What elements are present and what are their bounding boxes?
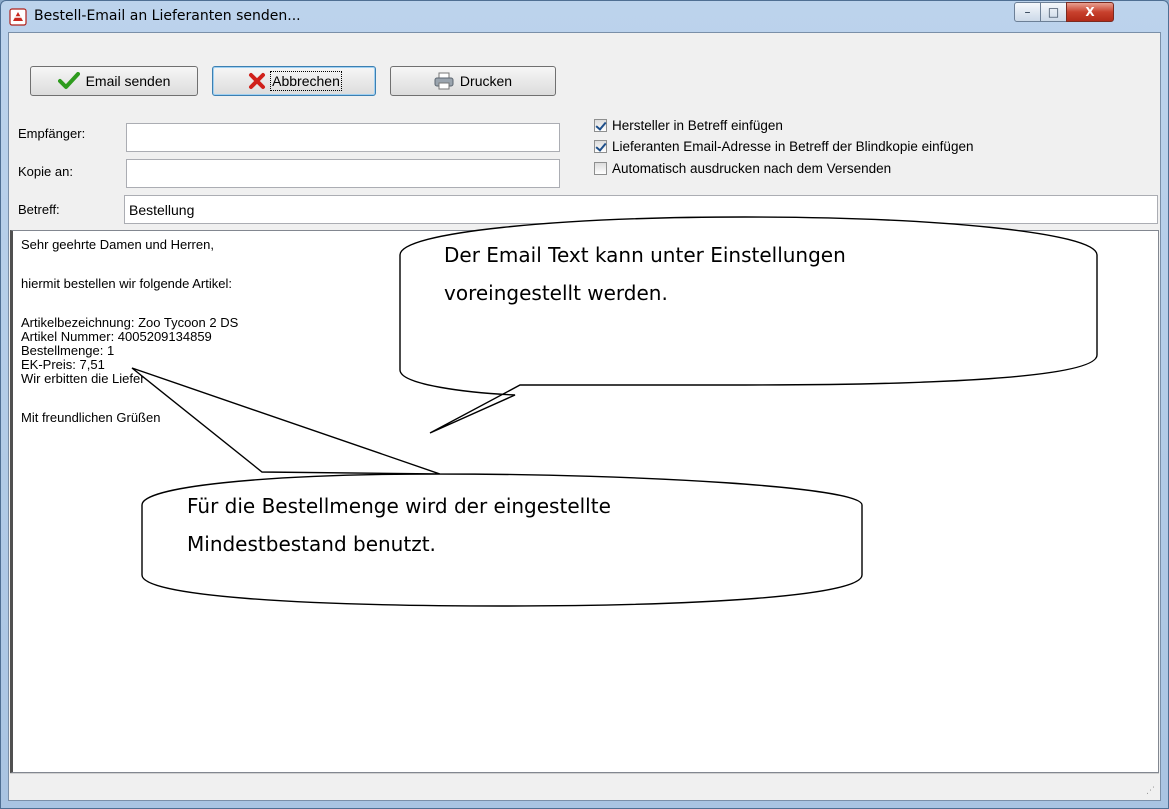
checkmark-icon bbox=[57, 72, 80, 89]
option-auto-print[interactable]: Automatisch ausdrucken nach dem Versende… bbox=[594, 161, 891, 176]
option-label: Hersteller in Betreff einfügen bbox=[612, 118, 783, 133]
printer-icon bbox=[434, 72, 454, 90]
cancel-x-icon bbox=[249, 73, 266, 89]
callout-email-text-line1: Der Email Text kann unter Einstellungen bbox=[444, 243, 846, 267]
maximize-icon: □ bbox=[1047, 5, 1060, 19]
body-article-name: Artikelbezeichnung: Zoo Tycoon 2 DS bbox=[21, 315, 239, 330]
print-button[interactable]: Drucken bbox=[390, 66, 556, 96]
close-button[interactable]: X bbox=[1066, 2, 1114, 22]
callout-quantity-line2: Mindestbestand benutzt. bbox=[187, 532, 436, 556]
close-icon: X bbox=[1085, 5, 1095, 19]
minimize-button[interactable]: – bbox=[1014, 2, 1041, 22]
checkbox-checked-icon[interactable] bbox=[594, 140, 607, 153]
option-label: Automatisch ausdrucken nach dem Versende… bbox=[612, 161, 892, 176]
option-supplier-email-in-bcc[interactable]: Lieferanten Email-Adresse in Betreff der… bbox=[594, 139, 973, 154]
body-closing: Mit freundlichen Grüßen bbox=[21, 410, 161, 425]
cancel-label: Abbrechen bbox=[270, 71, 342, 91]
send-email-button[interactable]: Email senden bbox=[30, 66, 198, 96]
send-email-label: Email senden bbox=[85, 73, 171, 89]
title-bar[interactable]: Bestell-Email an Lieferanten senden... –… bbox=[1, 1, 1168, 33]
window-title: Bestell-Email an Lieferanten senden... bbox=[34, 8, 301, 24]
option-label: Lieferanten Email-Adresse in Betreff der… bbox=[612, 139, 974, 154]
checkbox-unchecked-icon[interactable] bbox=[594, 162, 607, 175]
minimize-icon: – bbox=[1024, 5, 1031, 19]
recipient-input[interactable] bbox=[126, 123, 560, 152]
callout-email-text: Der Email Text kann unter Einstellungen … bbox=[444, 236, 846, 312]
maximize-button[interactable]: □ bbox=[1040, 2, 1067, 22]
body-quantity: Bestellmenge: 1 bbox=[21, 343, 115, 358]
copy-input[interactable] bbox=[126, 159, 560, 188]
callout-quantity: Für die Bestellmenge wird der eingestell… bbox=[187, 487, 611, 563]
option-manufacturer-in-subject[interactable]: Hersteller in Betreff einfügen bbox=[594, 118, 783, 133]
subject-label: Betreff: bbox=[18, 202, 60, 217]
resize-grip-icon[interactable]: ⋰ bbox=[1146, 786, 1155, 796]
subject-input[interactable]: Bestellung bbox=[124, 195, 1158, 224]
body-greeting: Sehr geehrte Damen und Herren, bbox=[21, 237, 214, 252]
body-article-number: Artikel Nummer: 4005209134859 bbox=[21, 329, 212, 344]
body-price: EK-Preis: 7,51 bbox=[21, 357, 105, 372]
body-intro: hiermit bestellen wir folgende Artikel: bbox=[21, 276, 232, 291]
status-bar: ⋰ bbox=[10, 773, 1159, 800]
callout-quantity-line1: Für die Bestellmenge wird der eingestell… bbox=[187, 494, 611, 518]
checkbox-checked-icon[interactable] bbox=[594, 119, 607, 132]
callout-email-text-line2: voreingestellt werden. bbox=[444, 281, 668, 305]
copy-label: Kopie an: bbox=[18, 164, 73, 179]
recipient-label: Empfänger: bbox=[18, 126, 86, 141]
print-label: Drucken bbox=[459, 73, 513, 89]
app-icon bbox=[9, 8, 27, 26]
body-delivery: Wir erbitten die Liefer bbox=[21, 371, 145, 386]
cancel-button[interactable]: Abbrechen bbox=[212, 66, 376, 96]
